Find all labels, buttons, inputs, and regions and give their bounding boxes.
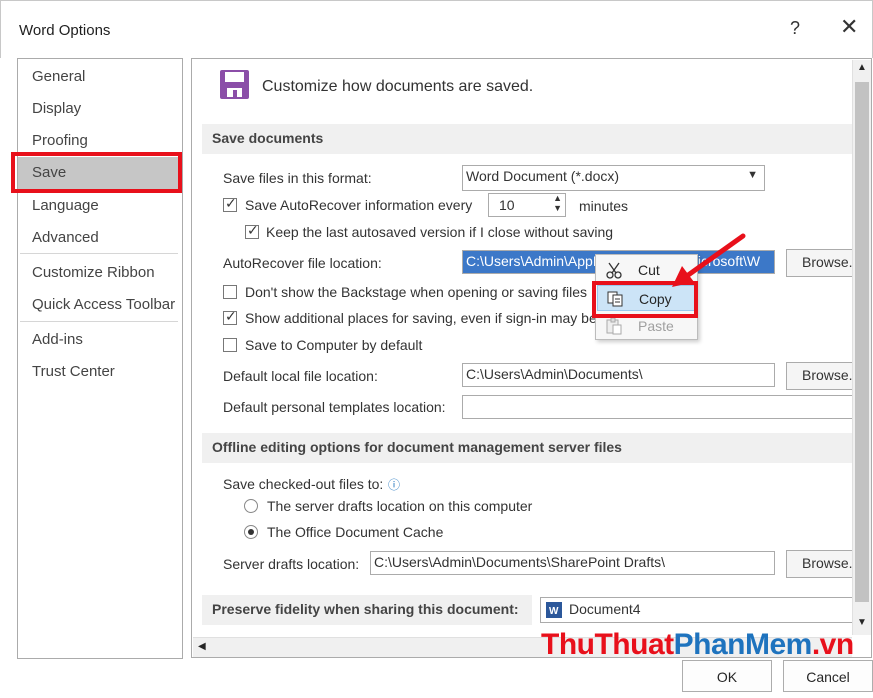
scroll-down-icon[interactable]: ▼: [857, 617, 867, 628]
chevron-down-icon: ▼: [747, 169, 758, 181]
minutes-label: minutes: [579, 198, 629, 214]
backstage-label: Don't show the Backstage when opening or…: [245, 284, 587, 300]
word-document-icon: W: [546, 602, 562, 618]
office-cache-radio[interactable]: [244, 525, 258, 539]
default-local-location-input[interactable]: C:\Users\Admin\Documents\: [462, 363, 775, 387]
autorecover-label: Save AutoRecover information every: [245, 197, 473, 213]
additional-places-checkbox[interactable]: [223, 308, 237, 325]
save-to-computer-checkbox[interactable]: [223, 338, 237, 352]
save-floppy-icon: [220, 70, 249, 99]
scroll-left-icon[interactable]: ◀: [198, 641, 206, 652]
spinner-icon[interactable]: ▲ ▼: [553, 194, 562, 213]
server-drafts-location-label: Server drafts location:: [223, 556, 360, 572]
save-to-computer-label: Save to Computer by default: [245, 337, 423, 353]
section-preserve-fidelity: Preserve fidelity when sharing this docu…: [202, 595, 532, 625]
nav-item-proofing[interactable]: Proofing: [32, 132, 88, 149]
vertical-scrollbar[interactable]: ▲ ▼: [852, 60, 871, 635]
server-drafts-option-label: The server drafts location on this compu…: [267, 498, 533, 514]
save-options-pane: Customize how documents are saved. Save …: [191, 58, 872, 658]
ok-button[interactable]: OK: [682, 660, 772, 692]
backstage-checkbox[interactable]: [223, 285, 237, 299]
nav-item-trust-center[interactable]: Trust Center: [32, 363, 115, 380]
office-cache-option-label: The Office Document Cache: [267, 524, 444, 540]
svg-text:W: W: [549, 606, 559, 617]
info-icon[interactable]: ⓘ: [388, 476, 400, 493]
nav-item-quick-access-toolbar[interactable]: Quick Access Toolbar: [32, 296, 175, 313]
fidelity-document-dropdown[interactable]: W Document4: [540, 597, 860, 623]
context-menu-cut-label: Cut: [638, 262, 660, 278]
nav-item-general[interactable]: General: [32, 68, 85, 85]
save-format-dropdown[interactable]: Word Document (*.docx) ▼: [462, 165, 765, 191]
nav-item-customize-ribbon[interactable]: Customize Ribbon: [32, 264, 155, 281]
scissors-icon: [606, 262, 622, 279]
window-title: Word Options: [19, 22, 111, 39]
page-header-text: Customize how documents are saved.: [262, 78, 534, 95]
context-menu-paste-label: Paste: [638, 318, 674, 334]
nav-item-language[interactable]: Language: [32, 197, 99, 214]
fidelity-document-value: Document4: [569, 601, 641, 617]
save-highlight-box: [11, 152, 182, 193]
save-format-value: Word Document (*.docx): [466, 168, 620, 184]
default-local-location-label: Default local file location:: [223, 368, 378, 384]
keep-last-version-checkbox[interactable]: [245, 222, 259, 239]
nav-item-display[interactable]: Display: [32, 100, 81, 117]
server-drafts-radio[interactable]: [244, 499, 258, 513]
watermark-logo: ThuThuatPhanMem.vn: [541, 628, 854, 661]
nav-item-advanced[interactable]: Advanced: [32, 229, 99, 246]
scroll-up-icon[interactable]: ▲: [857, 62, 867, 73]
paste-icon: [606, 317, 622, 335]
options-nav: General Display Proofing Save Language A…: [17, 58, 183, 659]
scrollbar-thumb[interactable]: [855, 82, 869, 602]
title-bar: [0, 0, 873, 58]
server-drafts-location-input[interactable]: C:\Users\Admin\Documents\SharePoint Draf…: [370, 551, 775, 575]
cancel-button[interactable]: Cancel: [783, 660, 873, 692]
close-button[interactable]: ✕: [840, 14, 858, 40]
red-arrow-icon: [672, 233, 746, 287]
section-save-documents: Save documents: [202, 124, 852, 154]
autorecover-minutes-value: 10: [499, 197, 515, 213]
section-offline-editing: Offline editing options for document man…: [202, 433, 852, 463]
help-button[interactable]: ?: [790, 18, 800, 39]
checked-out-label: Save checked-out files to:: [223, 476, 384, 492]
autorecover-checkbox[interactable]: [223, 195, 237, 212]
save-format-label: Save files in this format:: [223, 170, 372, 186]
nav-divider: [20, 321, 178, 322]
default-templates-location-label: Default personal templates location:: [223, 399, 446, 415]
autorecover-minutes-input[interactable]: 10 ▲ ▼: [488, 193, 566, 217]
autorecover-location-label: AutoRecover file location:: [223, 255, 382, 271]
nav-divider: [20, 253, 178, 254]
default-templates-location-input[interactable]: [462, 395, 862, 419]
keep-last-version-label: Keep the last autosaved version if I clo…: [266, 224, 614, 240]
nav-item-add-ins[interactable]: Add-ins: [32, 331, 83, 348]
